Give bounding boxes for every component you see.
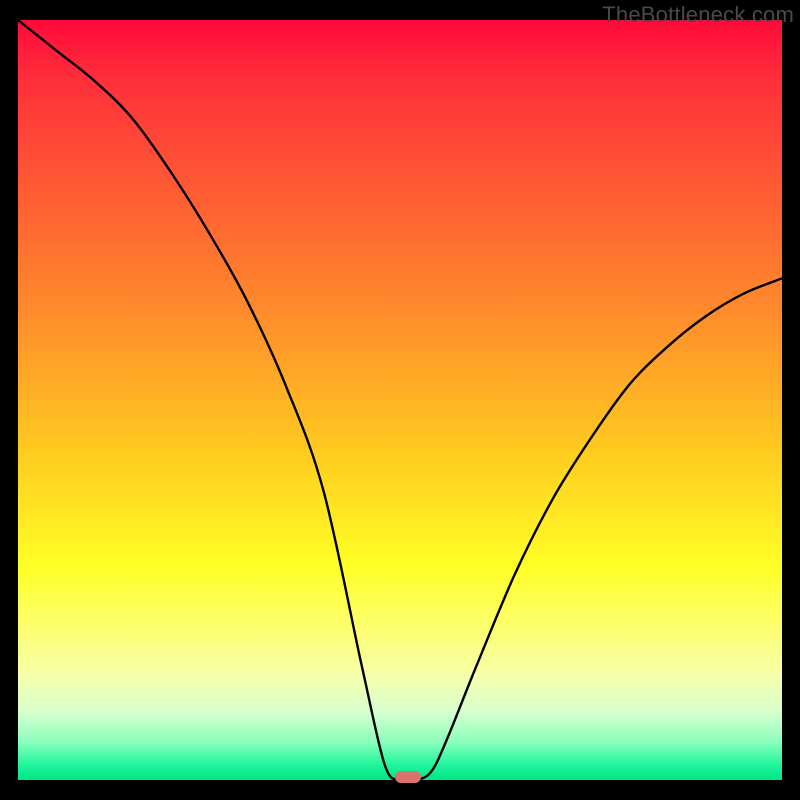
watermark-text: TheBottleneck.com (602, 2, 794, 28)
chart-frame: TheBottleneck.com (0, 0, 800, 800)
bottleneck-curve (18, 20, 782, 780)
curve-line (18, 20, 782, 780)
optimal-marker (395, 771, 421, 783)
chart-plot-area (18, 20, 782, 780)
